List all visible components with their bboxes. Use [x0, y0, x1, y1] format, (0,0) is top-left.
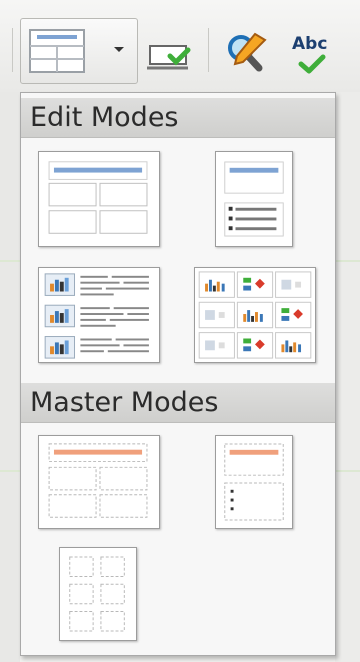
- master-slide-icon[interactable]: [146, 42, 192, 72]
- edit-modes-header: Edit Modes: [21, 98, 335, 138]
- background-left-strip: [0, 92, 20, 662]
- master-handout-view-button[interactable]: [59, 547, 137, 641]
- slide-sorter-icon: [198, 271, 312, 359]
- spellcheck-icon: [298, 54, 326, 74]
- find-replace-icon[interactable]: [225, 30, 269, 76]
- normal-view-icon: [48, 161, 148, 234]
- toolbar-separator: [208, 28, 209, 72]
- outline-view-button[interactable]: [215, 151, 293, 247]
- display-views-popup: Edit Modes Master Modes: [20, 92, 336, 656]
- spellcheck-button[interactable]: Abc: [292, 34, 342, 74]
- master-notes-view-icon: [224, 443, 284, 521]
- normal-view-button[interactable]: [38, 151, 160, 247]
- master-modes-header: Master Modes: [21, 383, 335, 423]
- display-views-icon: [29, 29, 85, 73]
- spellcheck-label: Abc: [292, 34, 328, 54]
- master-handout-view-icon: [69, 556, 125, 632]
- dropdown-arrow-icon[interactable]: [113, 46, 125, 54]
- slide-sorter-button[interactable]: [194, 267, 316, 363]
- toolbar: Abc: [0, 0, 360, 93]
- background-right-strip: [335, 92, 360, 662]
- master-slide-view-icon: [48, 443, 148, 518]
- master-slide-view-button[interactable]: [38, 435, 160, 529]
- notes-view-button[interactable]: [38, 267, 160, 363]
- outline-view-icon: [224, 161, 284, 237]
- notes-view-icon: [44, 273, 149, 359]
- toolbar-separator: [12, 28, 13, 72]
- display-views-button[interactable]: [20, 18, 138, 84]
- master-notes-view-button[interactable]: [215, 435, 293, 529]
